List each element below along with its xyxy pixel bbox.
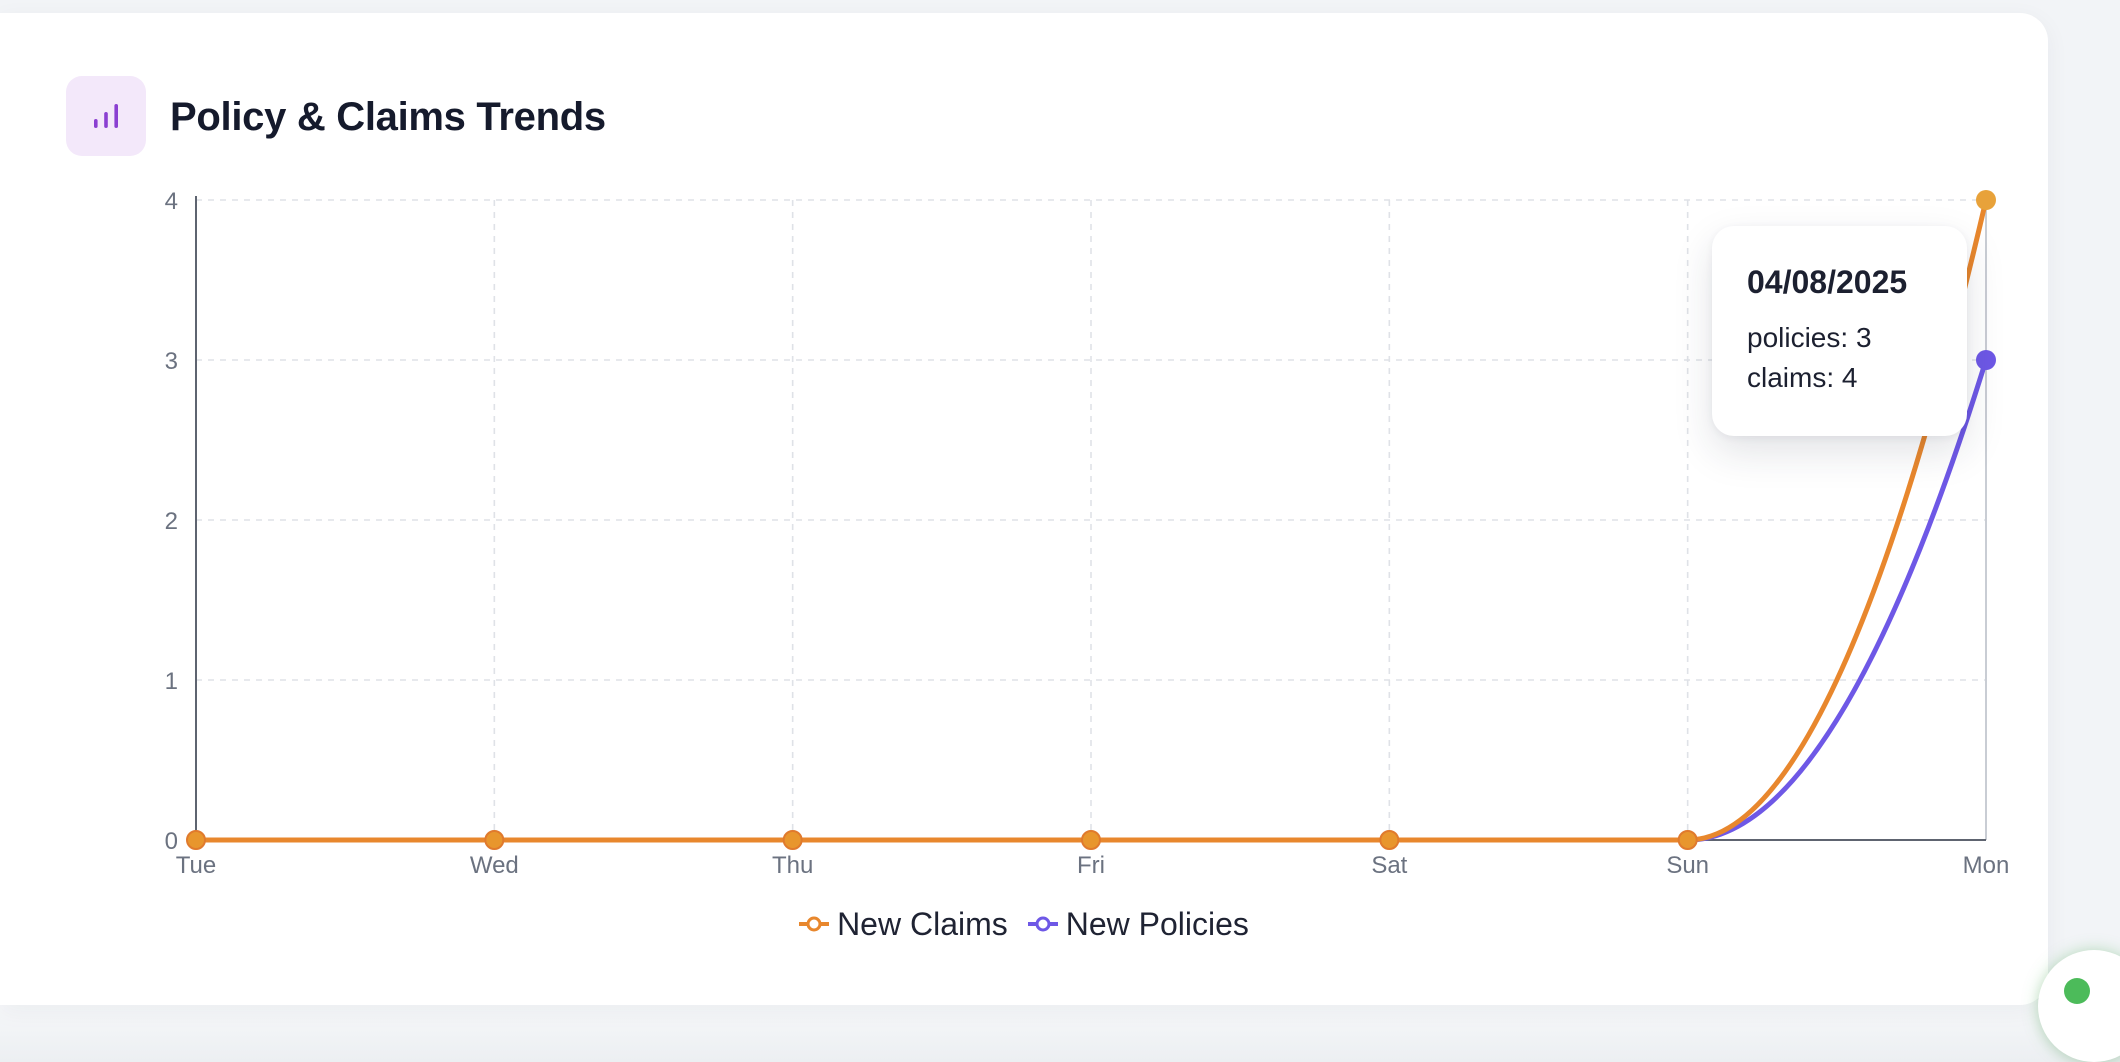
tooltip-policies: policies: 3 xyxy=(1747,322,1872,353)
legend-label-policies: New Policies xyxy=(1065,906,1249,942)
data-point-claims xyxy=(1081,830,1101,850)
data-point-claims xyxy=(484,830,505,850)
legend-item-claims[interactable]: New Claims xyxy=(799,904,1008,944)
legend-marker-claims xyxy=(799,916,830,932)
x-tick-label: Thu xyxy=(772,852,813,879)
y-tick-label: 3 xyxy=(165,348,178,375)
trend-chart: 0 1 2 3 4 Tue Wed Thu Fri Sat Sun Mon xyxy=(165,188,2010,879)
x-tick-label: Sun xyxy=(1666,852,1709,879)
y-tick-label: 1 xyxy=(165,668,178,695)
y-tick-label: 2 xyxy=(165,508,178,535)
x-tick-label: Sat xyxy=(1371,852,1407,879)
x-tick-label: Fri xyxy=(1077,852,1105,879)
tooltip-claims: claims: 4 xyxy=(1747,362,1858,393)
data-point-claims xyxy=(186,830,206,850)
x-tick-label: Tue xyxy=(176,852,216,879)
data-point-claims xyxy=(1976,190,1996,210)
data-point-claims xyxy=(1379,830,1400,850)
legend-label-claims: New Claims xyxy=(837,906,1008,942)
status-indicator-dot xyxy=(2064,978,2090,1004)
data-point-claims xyxy=(782,830,803,850)
legend-marker-policies xyxy=(1027,916,1058,932)
x-tick-label: Wed xyxy=(470,852,519,879)
y-tick-label: 0 xyxy=(165,828,178,855)
data-point-policies xyxy=(1976,350,1996,370)
data-point-claims xyxy=(1677,830,1698,850)
tooltip-date: 04/08/2025 xyxy=(1747,264,1908,300)
chart-tooltip: 04/08/2025 policies: 3 claims: 4 xyxy=(1712,226,1967,436)
legend-item-policies[interactable]: New Policies xyxy=(1027,904,1249,944)
x-tick-label: Mon xyxy=(1963,852,2010,879)
y-tick-label: 4 xyxy=(165,188,178,215)
chart-legend: New Claims New Policies xyxy=(0,904,2048,944)
page-background-fade xyxy=(0,1000,2120,1062)
